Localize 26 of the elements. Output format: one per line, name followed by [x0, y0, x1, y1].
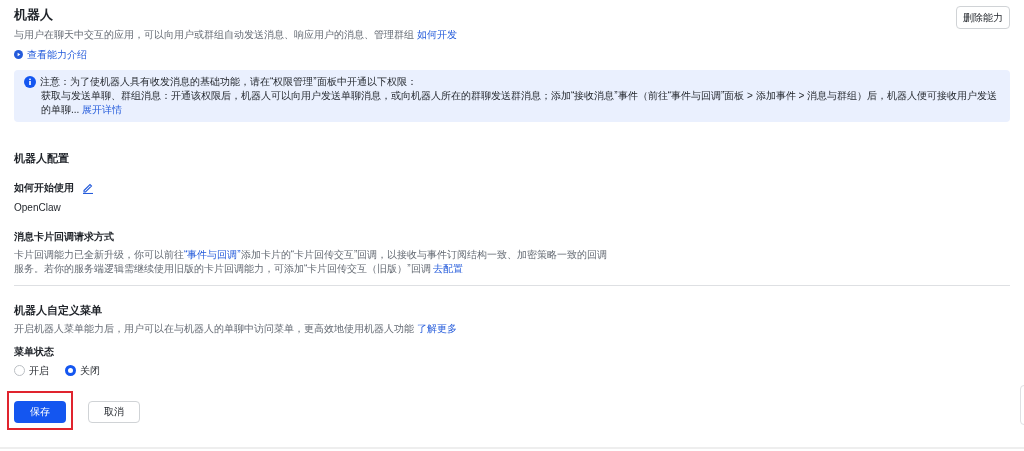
edit-icon[interactable]	[82, 181, 94, 194]
intro-link[interactable]: 查看能力介绍	[14, 47, 87, 62]
radio-option[interactable]: 关闭	[65, 363, 100, 378]
how-to-develop-link[interactable]: 如何开发	[416, 29, 457, 40]
learn-more-link[interactable]: 了解更多	[416, 323, 457, 334]
configure-link[interactable]: 去配置	[433, 263, 464, 274]
field-label: 消息卡片回调请求方式	[14, 230, 115, 244]
save-button[interactable]: 保存	[14, 400, 66, 423]
notice-title: 注意：为了使机器人具有收发消息的基础功能，请在“权限管理”面板中开通以下权限：	[40, 75, 417, 89]
page-title: 机器人	[14, 6, 54, 24]
menu-description: 开启机器人菜单能力后，用户可以在与机器人的单聊中访问菜单，更高效地使用机器人功能 了解更多	[14, 322, 458, 336]
section-title: 机器人自定义菜单	[14, 303, 103, 318]
expand-details-link[interactable]: 展开详情	[82, 104, 123, 115]
notice-detail: 获取与发送单聊、群组消息：开通该权限后，机器人可以向用户发送单聊消息，或向机器人所在的群聊发送群消息；添加“接收消息”事件（前往“事件与回调”面板 > 添加事件 > 消息与群组）后，机器人便可接收用户发送的单聊... 展开详情	[41, 89, 999, 117]
play-icon	[14, 50, 23, 59]
info-icon	[24, 76, 36, 88]
callback-description: 卡片回调能力已全新升级，你可以前往“事件与回调”添加卡片的“卡片回传交互”回调，以接收与事件订阅结构一致、加密策略一致的回调服务。若你的服务端逻辑需继续使用旧版的卡片回调能力，可添加“卡片回传交互（旧版）”回调 去配置	[14, 248, 609, 276]
delete-capability-button[interactable]: 删除能力	[956, 6, 1010, 29]
field-label: 菜单状态	[14, 345, 55, 359]
radio-option[interactable]: 开启	[14, 363, 49, 378]
section-title: 机器人配置	[14, 151, 70, 166]
events-callbacks-link[interactable]: “事件与回调”	[184, 249, 241, 260]
field-label: 如何开始使用	[14, 181, 74, 195]
description-text: 与用户在聊天中交互的应用，可以向用户或群组自动发送消息、响应用户的消息、管理群组 如何开发	[14, 28, 457, 42]
cancel-button[interactable]: 取消	[88, 400, 140, 423]
field-value: OpenClaw	[14, 201, 62, 215]
